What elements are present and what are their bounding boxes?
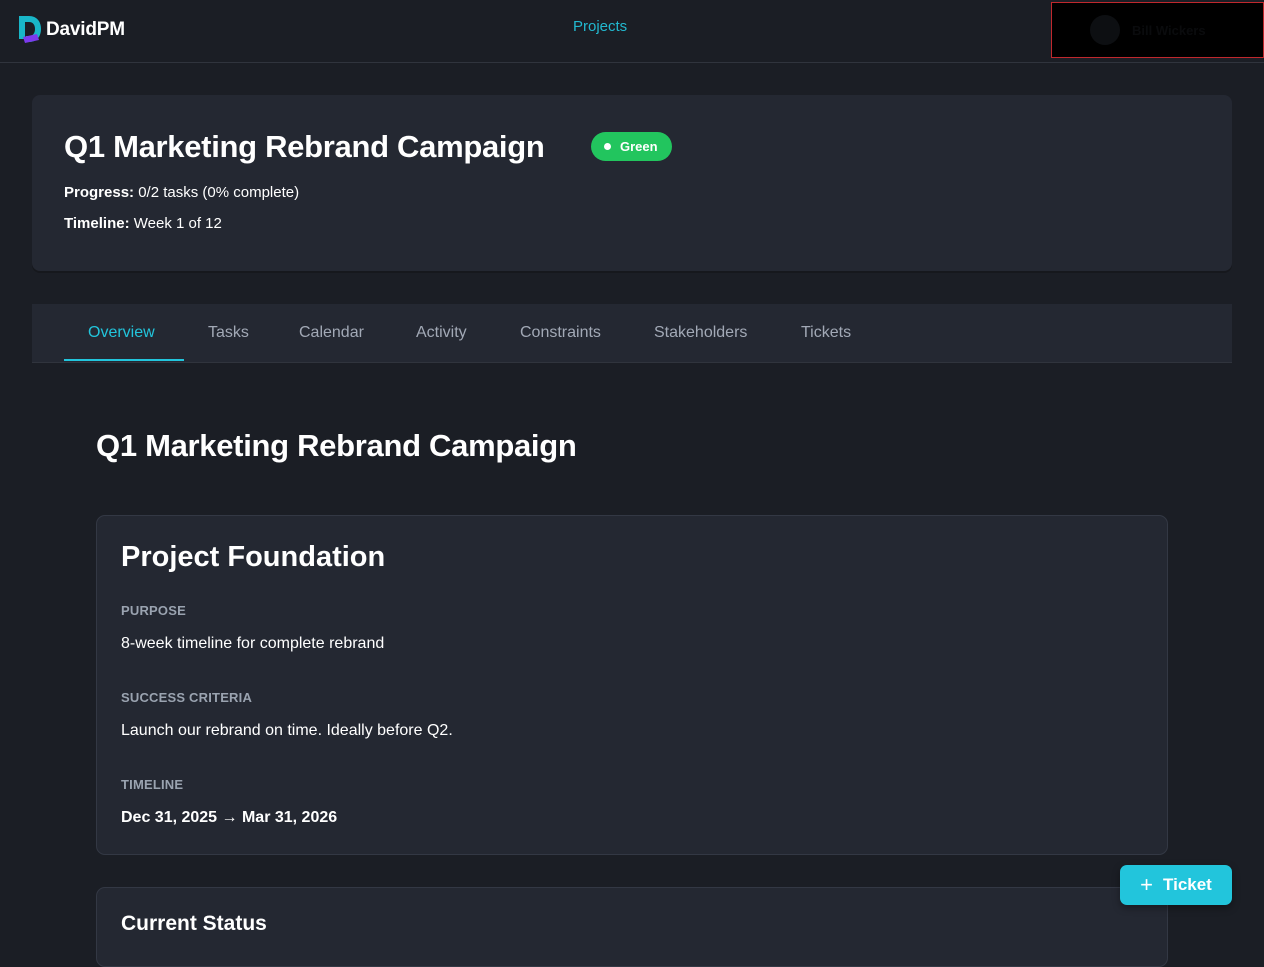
success-criteria-label: SUCCESS CRITERIA bbox=[121, 690, 253, 705]
project-foundation-card: Project Foundation PURPOSE 8-week timeli… bbox=[96, 515, 1168, 855]
status-dot-icon bbox=[604, 143, 611, 150]
project-tabs: Overview Tasks Calendar Activity Constra… bbox=[32, 304, 1232, 363]
progress-label: Progress: bbox=[64, 184, 135, 201]
status-badge-label: Green bbox=[620, 139, 658, 154]
timeline-field-label: TIMELINE bbox=[121, 777, 184, 792]
tab-calendar[interactable]: Calendar bbox=[299, 304, 364, 362]
app-logo[interactable]: DavidPM bbox=[17, 15, 125, 45]
active-tab-indicator bbox=[64, 359, 184, 361]
timeline-line: Timeline: Week 1 of 12 bbox=[64, 215, 222, 232]
top-navigation-bar: DavidPM Projects Bill Wickers bbox=[0, 0, 1264, 63]
project-header-card: Q1 Marketing Rebrand Campaign Green Prog… bbox=[32, 95, 1232, 271]
timeline-field-value: Dec 31, 2025 → Mar 31, 2026 bbox=[121, 809, 338, 826]
project-title: Q1 Marketing Rebrand Campaign bbox=[64, 129, 545, 164]
user-menu[interactable]: Bill Wickers bbox=[1051, 2, 1264, 58]
avatar bbox=[1090, 15, 1120, 45]
user-name: Bill Wickers bbox=[1132, 23, 1206, 38]
foundation-heading: Project Foundation bbox=[121, 541, 386, 573]
new-ticket-label: Ticket bbox=[1163, 875, 1212, 894]
tab-constraints[interactable]: Constraints bbox=[520, 304, 601, 362]
tab-tasks[interactable]: Tasks bbox=[208, 304, 249, 362]
current-status-card: Current Status bbox=[96, 887, 1168, 967]
purpose-value: 8-week timeline for complete rebrand bbox=[121, 635, 385, 652]
overview-title: Q1 Marketing Rebrand Campaign bbox=[96, 428, 577, 463]
plus-icon: + bbox=[1140, 872, 1154, 897]
new-ticket-button[interactable]: + Ticket bbox=[1120, 865, 1232, 905]
tab-activity[interactable]: Activity bbox=[416, 304, 467, 362]
app-name: DavidPM bbox=[46, 19, 125, 40]
timeline-label: Timeline: bbox=[64, 215, 130, 232]
current-status-heading: Current Status bbox=[121, 912, 267, 935]
success-criteria-value: Launch our rebrand on time. Ideally befo… bbox=[121, 722, 453, 739]
timeline-value: Week 1 of 12 bbox=[133, 215, 222, 232]
progress-line: Progress: 0/2 tasks (0% complete) bbox=[64, 184, 299, 201]
d-logo-icon bbox=[17, 15, 43, 45]
progress-value: 0/2 tasks (0% complete) bbox=[138, 184, 300, 201]
tab-stakeholders[interactable]: Stakeholders bbox=[654, 304, 747, 362]
tab-tickets[interactable]: Tickets bbox=[801, 304, 851, 362]
nav-projects-link[interactable]: Projects bbox=[573, 18, 627, 35]
tab-overview[interactable]: Overview bbox=[88, 304, 155, 362]
status-badge: Green bbox=[591, 132, 672, 161]
purpose-label: PURPOSE bbox=[121, 603, 186, 618]
